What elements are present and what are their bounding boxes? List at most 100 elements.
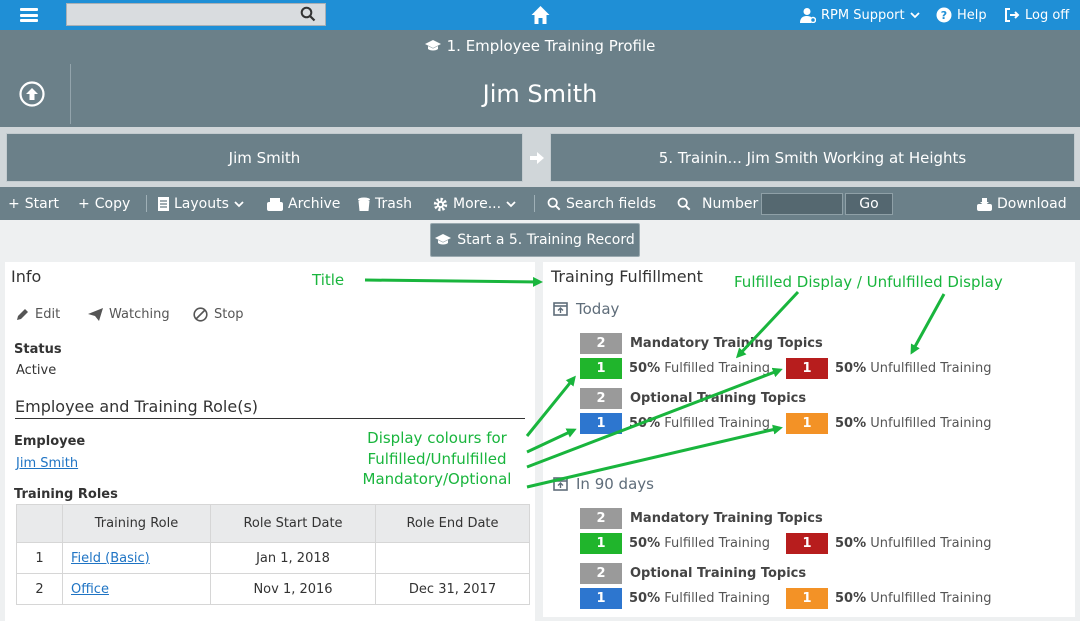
watching-label: Watching xyxy=(109,306,170,322)
role-link[interactable]: Office xyxy=(71,582,109,597)
annotation-line: Fulfilled/Unfulfilled xyxy=(367,449,507,468)
form-title-text: 1. Employee Training Profile xyxy=(446,37,656,55)
start-training-record-label: Start a 5. Training Record xyxy=(457,232,635,248)
column-header: Training Role xyxy=(62,504,211,543)
layouts-button[interactable]: Layouts xyxy=(158,195,244,213)
edit-label: Edit xyxy=(35,306,61,322)
pct-value: 50% xyxy=(629,416,661,431)
edit-button[interactable]: Edit xyxy=(16,305,60,323)
watching-button[interactable]: Watching xyxy=(88,305,170,323)
chevron-down-icon xyxy=(506,201,516,208)
toolbar-separator xyxy=(146,195,147,212)
pct-label: Fulfilled Training xyxy=(664,536,770,551)
mandatory-unfulfilled-text: 50% Unfulfilled Training xyxy=(835,361,992,376)
home-icon[interactable] xyxy=(530,5,551,25)
optional-fulfilled-badge[interactable]: 1 xyxy=(580,413,622,434)
today-label: Today xyxy=(576,300,620,318)
optional-total-badge[interactable]: 2 xyxy=(580,388,622,409)
in-90-days-heading[interactable]: In 90 days xyxy=(553,475,654,493)
pct-label: Unfulfilled Training xyxy=(870,416,992,431)
graduation-cap-icon xyxy=(424,40,441,51)
optional-unfulfilled-badge[interactable]: 1 xyxy=(786,588,828,609)
number-label: Number xyxy=(702,196,759,212)
optional-fulfilled-badge[interactable]: 1 xyxy=(580,588,622,609)
pct-value: 50% xyxy=(835,591,867,606)
mandatory-fulfilled-badge[interactable]: 1 xyxy=(580,533,622,554)
mandatory-fulfilled-text: 50% Fulfilled Training xyxy=(629,361,770,376)
copy-button[interactable]: + Copy xyxy=(78,195,130,213)
stop-button[interactable]: Stop xyxy=(193,305,244,323)
paper-plane-icon xyxy=(88,307,103,321)
go-button[interactable]: Go xyxy=(845,193,893,215)
svg-text:?: ? xyxy=(941,9,947,22)
optional-topics-label: Optional Training Topics xyxy=(630,566,807,581)
mandatory-topics-label: Mandatory Training Topics xyxy=(630,336,823,351)
trash-icon xyxy=(358,197,370,211)
user-gear-icon xyxy=(800,8,816,23)
calendar-future-icon xyxy=(553,477,568,491)
table-row: 1 Field (Basic) Jan 1, 2018 xyxy=(16,542,530,574)
optional-total-badge[interactable]: 2 xyxy=(580,563,622,584)
table-row: 2 Office Nov 1, 2016 Dec 31, 2017 xyxy=(16,573,530,605)
mandatory-total-badge[interactable]: 2 xyxy=(580,333,622,354)
arrow-up-circle-icon[interactable] xyxy=(19,81,45,107)
number-search-label: Number xyxy=(677,195,758,213)
trash-label: Trash xyxy=(375,196,412,212)
pct-label: Fulfilled Training xyxy=(664,416,770,431)
help-link[interactable]: ? Help xyxy=(936,7,987,23)
plus-icon: + xyxy=(78,196,90,212)
optional-unfulfilled-badge[interactable]: 1 xyxy=(786,413,828,434)
training-roles-label: Training Roles xyxy=(14,487,118,502)
hamburger-menu-icon[interactable] xyxy=(20,8,38,22)
search-icon[interactable] xyxy=(300,6,316,22)
pct-label: Fulfilled Training xyxy=(664,591,770,606)
toolbar-separator xyxy=(534,195,535,212)
chevron-down-icon xyxy=(909,12,920,19)
number-input[interactable] xyxy=(761,193,843,215)
pct-value: 50% xyxy=(629,591,661,606)
end-date-cell: Dec 31, 2017 xyxy=(375,573,530,605)
download-label: Download xyxy=(997,196,1067,212)
breadcrumb-current[interactable]: Jim Smith xyxy=(6,133,523,182)
search-fields-button[interactable]: Search fields xyxy=(547,195,656,213)
employee-link[interactable]: Jim Smith xyxy=(16,456,78,471)
status-value: Active xyxy=(16,363,57,378)
mandatory-total-badge[interactable]: 2 xyxy=(580,508,622,529)
more-label: More... xyxy=(453,196,502,212)
section-title: Employee and Training Role(s) xyxy=(15,397,259,416)
mandatory-fulfilled-badge[interactable]: 1 xyxy=(580,358,622,379)
section-divider xyxy=(15,418,525,419)
calendar-today-icon xyxy=(553,302,568,316)
download-button[interactable]: Download xyxy=(977,195,1067,213)
trash-button[interactable]: Trash xyxy=(358,195,412,213)
pct-value: 50% xyxy=(629,361,661,376)
role-cell: Field (Basic) xyxy=(62,542,211,574)
role-link[interactable]: Field (Basic) xyxy=(71,551,150,566)
column-header: Role End Date xyxy=(375,504,530,543)
mandatory-unfulfilled-badge[interactable]: 1 xyxy=(786,533,828,554)
user-menu[interactable]: RPM Support xyxy=(800,7,920,23)
logoff-link[interactable]: Log off xyxy=(1004,7,1069,23)
document-icon xyxy=(158,197,169,211)
start-date-cell: Nov 1, 2016 xyxy=(210,573,376,605)
fulfillment-title: Training Fulfillment xyxy=(551,267,703,286)
breadcrumb-next[interactable]: 5. Trainin... Jim Smith Working at Heigh… xyxy=(550,133,1075,182)
global-search-input[interactable] xyxy=(66,3,326,26)
today-heading[interactable]: Today xyxy=(553,300,619,318)
gear-icon xyxy=(433,197,448,211)
pct-label: Unfulfilled Training xyxy=(870,536,992,551)
chevron-down-icon xyxy=(234,201,244,208)
annotation-title: Title xyxy=(312,271,345,289)
ban-icon xyxy=(193,306,208,322)
search-icon xyxy=(547,197,561,211)
pct-label: Fulfilled Training xyxy=(664,361,770,376)
archive-button[interactable]: Archive xyxy=(267,195,340,213)
mandatory-unfulfilled-badge[interactable]: 1 xyxy=(786,358,828,379)
start-training-record-button[interactable]: Start a 5. Training Record xyxy=(430,223,640,257)
in-90-days-label: In 90 days xyxy=(576,475,654,493)
employee-label: Employee xyxy=(14,434,86,449)
record-name: Jim Smith xyxy=(482,80,598,108)
start-button[interactable]: + Start xyxy=(8,195,59,213)
user-menu-label: RPM Support xyxy=(821,7,905,23)
more-button[interactable]: More... xyxy=(433,195,516,213)
